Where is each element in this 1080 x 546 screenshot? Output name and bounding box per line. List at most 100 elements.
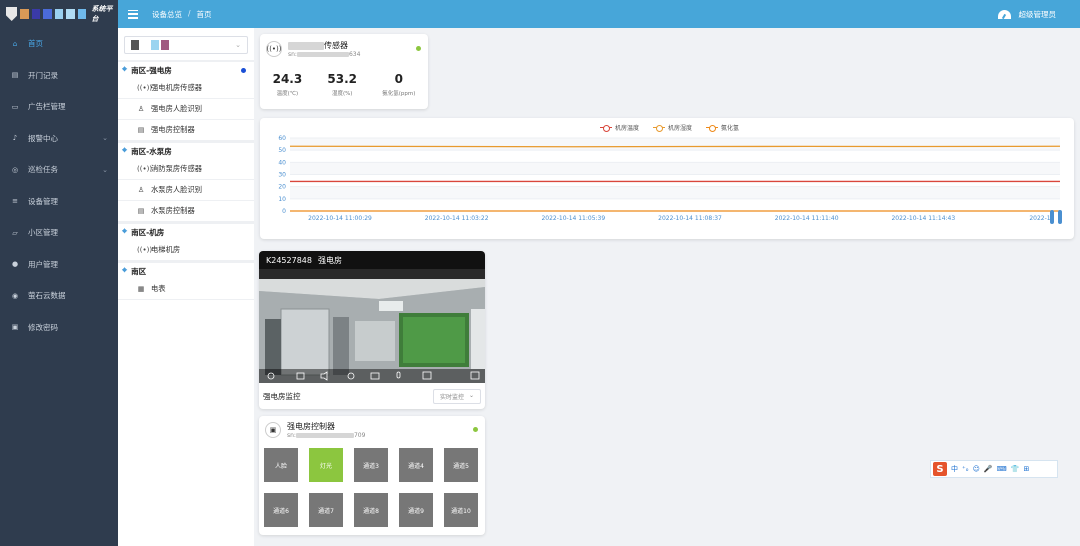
online-status-dot bbox=[416, 46, 421, 51]
tree-leaf[interactable]: ((•)) 电梯机房 bbox=[118, 240, 254, 261]
ime-voice-icon[interactable]: 🎤 bbox=[984, 465, 993, 473]
ime-logo[interactable]: S bbox=[933, 462, 947, 476]
blurred-text bbox=[151, 40, 159, 50]
y-tick-label: 50 bbox=[278, 147, 286, 154]
breadcrumb-separator: / bbox=[188, 8, 191, 18]
tree-leaf[interactable]: ▤ 水泵房控制器 bbox=[118, 201, 254, 222]
sensor-icon: ((•)) bbox=[266, 41, 282, 57]
tree-leaf-label: 强电房控制器 bbox=[151, 125, 195, 134]
brand: 系统平台 bbox=[0, 0, 118, 28]
sidebar-item[interactable]: ◎ 巡检任务 ⌄ bbox=[0, 154, 118, 186]
logo-icon bbox=[6, 7, 18, 21]
channel-button[interactable]: 通道7 bbox=[309, 493, 343, 527]
tree-group[interactable]: ⌖ 南区-强电房 bbox=[118, 60, 254, 78]
sidebar-item[interactable]: ≡ 设备管理 bbox=[0, 186, 118, 218]
sidebar-item[interactable]: ● 用户管理 bbox=[0, 249, 118, 281]
community-select[interactable]: ⌄ bbox=[124, 36, 248, 54]
channel-button[interactable]: 通道9 bbox=[399, 493, 433, 527]
sensor-card[interactable]: ((•)) 传感器 sn: 634 24.3 温度(℃) 53.2 湿度(%) 0 氨化… bbox=[260, 34, 428, 109]
brand-block bbox=[31, 9, 41, 19]
ime-skin-icon[interactable]: 👕 bbox=[1011, 465, 1020, 473]
sidebar-item[interactable]: ▱ 小区管理 bbox=[0, 217, 118, 249]
menu-toggle-icon[interactable] bbox=[128, 9, 138, 19]
tree-leaf-label: 电表 bbox=[151, 284, 166, 293]
tree-leaf-label: 消防泵房传感器 bbox=[151, 164, 203, 173]
sidebar-item[interactable]: ▤ 开门记录 bbox=[0, 60, 118, 92]
tree-group[interactable]: ⌖ 南区-机房 bbox=[118, 222, 254, 240]
tree-leaf-label: 强电房人脸识别 bbox=[151, 104, 203, 113]
camera-video[interactable] bbox=[259, 269, 485, 383]
ime-toolbar[interactable]: S 中 ⁺ₒ ☺ 🎤 ⌨ 👕 ⊞ bbox=[930, 460, 1058, 478]
grid-band bbox=[290, 138, 1060, 151]
sidebar-item[interactable]: ◉ 萤石云数据 bbox=[0, 280, 118, 312]
tree-leaf[interactable]: ▤ 强电房控制器 bbox=[118, 120, 254, 141]
metric-temperature: 24.3 温度(℃) bbox=[273, 72, 303, 97]
channel-button[interactable]: 通道3 bbox=[354, 448, 388, 482]
sensor-icon: ((•)) bbox=[137, 165, 153, 173]
camera-scene bbox=[259, 269, 485, 383]
tree-leaf-label: 电梯机房 bbox=[151, 245, 181, 254]
sidebar-item-label: 巡检任务 bbox=[28, 165, 58, 175]
tree-leaf[interactable]: ♙ 强电房人脸识别 bbox=[118, 99, 254, 120]
sidebar-item[interactable]: ▣ 修改密码 bbox=[0, 312, 118, 344]
tree-leaf[interactable]: ▦ 电表 bbox=[118, 279, 254, 300]
camera-footer: 强电房监控 实时监控 ⌄ bbox=[259, 383, 485, 409]
ime-keyboard-icon[interactable]: ⌨ bbox=[997, 465, 1007, 473]
location-pin-icon: ⌖ bbox=[122, 266, 128, 276]
sidebar-nav: ⌂ 首页 ▤ 开门记录 ▭ 广告栏管理 ♪ 报警中心 ⌄ ◎ 巡检任务 ⌄ ≡ 设备管理 ▱ 小… bbox=[0, 28, 118, 343]
sn-prefix: sn: bbox=[288, 51, 297, 58]
tree-leaf[interactable]: ♙ 水泵房人脸识别 bbox=[118, 180, 254, 201]
tree-group[interactable]: ⌖ 南区 bbox=[118, 261, 254, 279]
sidebar-item[interactable]: ⌂ 首页 bbox=[0, 28, 118, 60]
channel-button[interactable]: 通道8 bbox=[354, 493, 388, 527]
ime-menu-icon[interactable]: ⊞ bbox=[1023, 465, 1029, 473]
list-icon: ≡ bbox=[12, 197, 18, 206]
channel-button[interactable]: 通道10 bbox=[444, 493, 478, 527]
zoom-handle-icon[interactable] bbox=[1058, 210, 1062, 224]
metric-label: 氨化氢(ppm) bbox=[382, 91, 416, 97]
legend-item[interactable]: 机房湿度 bbox=[653, 123, 692, 132]
legend-item[interactable]: 机房温度 bbox=[600, 123, 639, 132]
tree-leaf-label: 水泵房控制器 bbox=[151, 206, 195, 215]
legend-item[interactable]: 氨化氢 bbox=[706, 123, 739, 132]
dashboard-icon bbox=[997, 9, 1011, 19]
brand-block bbox=[66, 9, 75, 19]
user-name[interactable]: 超级管理员 bbox=[1019, 9, 1057, 20]
channel-button[interactable]: 通道6 bbox=[264, 493, 298, 527]
ime-language[interactable]: 中 bbox=[951, 464, 958, 474]
tree-group[interactable]: ⌖ 南区-水泵房 bbox=[118, 141, 254, 159]
lock-icon: ▣ bbox=[11, 323, 19, 332]
metric-humidity: 53.2 湿度(%) bbox=[327, 72, 357, 97]
breadcrumb-item[interactable]: 设备总览 bbox=[152, 9, 182, 20]
sidebar: 系统平台 ⌂ 首页 ▤ 开门记录 ▭ 广告栏管理 ♪ 报警中心 ⌄ ◎ 巡检任务 ⌄ ≡ 设备… bbox=[0, 0, 118, 546]
sensor-chart-card: 60 50 40 30 20 10 0 2022-10-14 11:00:29 2022-10-… bbox=[260, 118, 1074, 239]
sidebar-item[interactable]: ▭ 广告栏管理 bbox=[0, 91, 118, 123]
metric-value: 24.3 bbox=[272, 72, 303, 86]
ime-emoji-icon[interactable]: ☺ bbox=[973, 465, 980, 473]
brand-block bbox=[20, 9, 29, 19]
home-icon: ⌂ bbox=[12, 39, 18, 48]
zoom-handle-icon[interactable] bbox=[1050, 210, 1054, 224]
ime-punctuation-icon[interactable]: ⁺ₒ bbox=[962, 465, 969, 473]
sn-prefix: sn: bbox=[287, 432, 296, 439]
channel-button[interactable]: 通道4 bbox=[399, 448, 433, 482]
legend-marker-icon bbox=[653, 124, 666, 132]
channel-button[interactable]: 灯光 bbox=[309, 448, 343, 482]
top-bar: 设备总览 / 首页 超级管理员 bbox=[118, 0, 1080, 28]
tree-leaf[interactable]: ((•)) 强电机房传感器 bbox=[118, 78, 254, 99]
chevron-down-icon: ⌄ bbox=[235, 41, 241, 49]
check-icon: ◎ bbox=[11, 165, 19, 174]
x-tick-label: 2022-10-14 11:03:22 bbox=[425, 215, 489, 222]
controller-icon: ▣ bbox=[265, 422, 281, 438]
sidebar-item[interactable]: ♪ 报警中心 ⌄ bbox=[0, 123, 118, 155]
record-icon: ▤ bbox=[11, 71, 19, 80]
channel-button[interactable]: 通道5 bbox=[444, 448, 478, 482]
user-menu[interactable]: 超级管理员 bbox=[997, 9, 1057, 20]
sensor-name-suffix: 传感器 bbox=[324, 41, 348, 50]
tree-leaf[interactable]: ((•)) 消防泵房传感器 bbox=[118, 159, 254, 180]
sn-suffix: 634 bbox=[348, 51, 361, 58]
channel-button[interactable]: 人脸 bbox=[264, 448, 298, 482]
live-monitor-select[interactable]: 实时监控 ⌄ bbox=[432, 388, 481, 404]
message-icon: ▭ bbox=[11, 102, 19, 111]
location-pin-icon: ⌖ bbox=[122, 146, 128, 156]
